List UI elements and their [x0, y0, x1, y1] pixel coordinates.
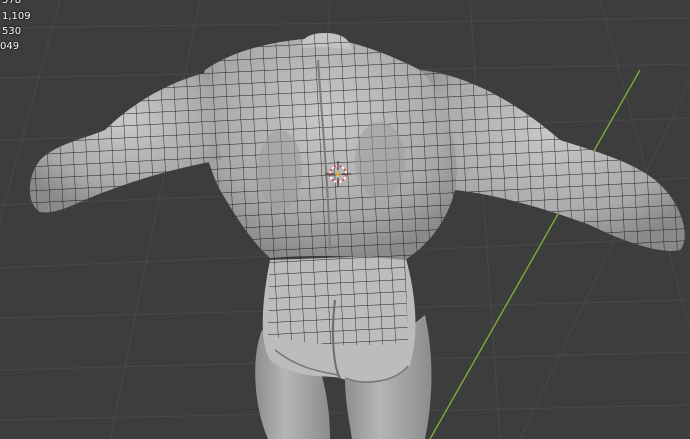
3d-viewport[interactable]: 578 1,109 530 049	[0, 0, 690, 439]
neck	[300, 33, 352, 50]
left-arm	[29, 72, 223, 213]
stat-value: 1,109	[2, 11, 31, 22]
stat-value: 049	[0, 41, 20, 52]
stat-value: 578	[2, 0, 22, 6]
torso	[200, 38, 457, 260]
stat-value: 530	[2, 26, 22, 37]
scene-statistics-overlay: 578 1,109 530 049	[0, 0, 60, 60]
pelvis	[262, 255, 416, 383]
viewport-scene[interactable]	[0, 0, 690, 439]
